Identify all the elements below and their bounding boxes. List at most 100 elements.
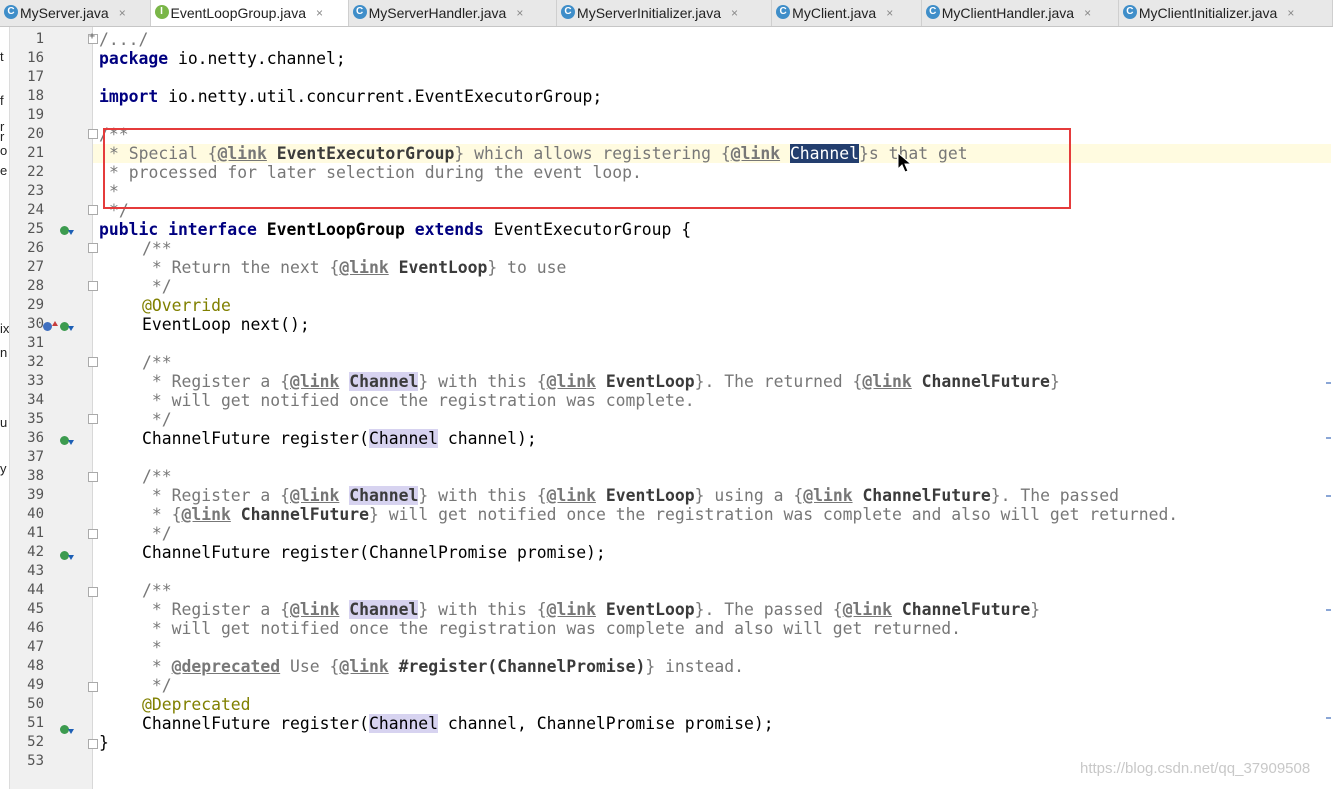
tab-myclientinitializer[interactable]: C MyClientInitializer.java × [1119, 0, 1333, 26]
code-line-36[interactable]: ChannelFuture register(Channel channel); [142, 429, 537, 448]
truncated-text: u [0, 415, 8, 430]
code-line-27[interactable]: * Return the next {@link EventLoop} to u… [142, 258, 567, 277]
close-icon[interactable]: × [119, 6, 126, 20]
javadoc-link[interactable]: Channel [349, 372, 419, 391]
tab-myserverinitializer[interactable]: C MyServerInitializer.java × [557, 0, 773, 26]
code-line-46[interactable]: * will get notified once the registratio… [142, 619, 961, 638]
javadoc-link[interactable]: ChannelFuture [241, 505, 369, 524]
scroll-marker[interactable] [1326, 495, 1331, 497]
annotation: @Deprecated [142, 695, 251, 714]
javadoc-link[interactable]: EventLoop [606, 486, 695, 505]
line-number: 22 [27, 164, 44, 180]
implemented-method-icon[interactable] [60, 436, 74, 445]
code-line-49[interactable]: */ [142, 676, 172, 695]
comment-text: } instead. [645, 657, 744, 676]
scroll-marker[interactable] [1326, 609, 1331, 611]
usage-highlight[interactable]: Channel [368, 429, 439, 448]
code-line-42[interactable]: ChannelFuture register(ChannelPromise pr… [142, 543, 606, 562]
code-line-41[interactable]: */ [142, 524, 172, 543]
close-icon[interactable]: × [886, 6, 893, 20]
code-line-50[interactable]: @Deprecated [142, 695, 251, 714]
code-line-34[interactable]: * will get notified once the registratio… [142, 391, 695, 410]
javadoc-link[interactable]: #register(ChannelPromise) [399, 657, 646, 676]
scroll-marker[interactable] [1326, 382, 1331, 384]
code-line-48[interactable]: * @deprecated Use {@link #register(Chann… [142, 657, 744, 676]
javadoc-link[interactable]: ChannelFuture [862, 486, 990, 505]
code-line-51[interactable]: ChannelFuture register(Channel channel, … [142, 714, 774, 733]
comment-text: * Register a { [142, 372, 291, 391]
editor-scrollbar[interactable] [1323, 27, 1333, 789]
code-line-47[interactable]: * [142, 638, 162, 657]
line-number: 35 [27, 411, 44, 427]
tab-label: MyClient.java [792, 5, 877, 21]
editor-tab-bar: C MyServer.java × I EventLoopGroup.java … [0, 0, 1333, 27]
tab-myserver[interactable]: C MyServer.java × [0, 0, 151, 26]
implemented-method-icon[interactable] [60, 551, 74, 560]
line-number: 16 [27, 50, 44, 66]
tab-myserverhandler[interactable]: C MyServerHandler.java × [349, 0, 558, 26]
scroll-marker[interactable] [1326, 437, 1331, 439]
code-line-45[interactable]: * Register a {@link Channel} with this {… [142, 600, 1040, 619]
code-line-35[interactable]: */ [142, 410, 172, 429]
javadoc-link[interactable]: EventLoop [606, 600, 695, 619]
close-icon[interactable]: × [316, 6, 323, 20]
close-icon[interactable]: × [1084, 6, 1091, 20]
code-line-16[interactable]: package io.netty.channel; [99, 49, 346, 68]
code-line-25[interactable]: public interface EventLoopGroup extends … [99, 220, 691, 239]
code-line-33[interactable]: * Register a {@link Channel} with this {… [142, 372, 1060, 391]
javadoc-link[interactable]: EventLoop [399, 258, 488, 277]
line-number: 46 [27, 620, 44, 636]
code-line-29[interactable]: @Override [142, 296, 231, 315]
tab-myclient[interactable]: C MyClient.java × [772, 0, 922, 26]
javadoc-tag: @link [862, 372, 912, 391]
code-line-38[interactable]: /** [142, 467, 172, 486]
code-line-1[interactable]: /.../ [99, 30, 148, 49]
tab-label: EventLoopGroup.java [170, 5, 306, 21]
comment-text: Use { [280, 657, 340, 676]
line-number: 25 [27, 221, 44, 237]
javadoc-link[interactable]: EventLoop [606, 372, 695, 391]
code-text: channel, ChannelPromise promise); [438, 714, 774, 733]
overrides-method-icon[interactable] [43, 321, 58, 331]
javadoc-link[interactable]: ChannelFuture [902, 600, 1030, 619]
folded-region[interactable]: /.../ [99, 30, 148, 49]
code-line-52[interactable]: } [99, 733, 109, 752]
close-icon[interactable]: × [731, 6, 738, 20]
implemented-method-icon[interactable] [60, 226, 74, 235]
javadoc-link[interactable]: Channel [349, 600, 419, 619]
code-line-32[interactable]: /** [142, 353, 172, 372]
implemented-method-icon[interactable] [60, 725, 74, 734]
comment-text: } with this { [418, 600, 547, 619]
comment-text: * Register a { [142, 486, 291, 505]
line-number: 39 [27, 487, 44, 503]
line-number: 43 [27, 563, 44, 579]
line-number-gutter[interactable]: 1 16 17 18 19 20 21 22 23 24 25 26 27 28… [10, 27, 98, 789]
scroll-marker[interactable] [1326, 717, 1331, 719]
line-number: 27 [27, 259, 44, 275]
code-text: io.netty.util.concurrent.EventExecutorGr… [158, 87, 603, 106]
code-line-44[interactable]: /** [142, 581, 172, 600]
class-icon: C [561, 5, 576, 19]
code-line-28[interactable]: */ [142, 277, 172, 296]
code-line-30[interactable]: EventLoop next(); [142, 315, 310, 334]
truncated-text: f [0, 93, 4, 108]
code-line-18[interactable]: import io.netty.util.concurrent.EventExe… [99, 87, 602, 106]
code-line-40[interactable]: * {@link ChannelFuture} will get notifie… [142, 505, 1178, 524]
line-number: 44 [27, 582, 44, 598]
truncated-text: y [0, 461, 7, 476]
tab-myclienthandler[interactable]: C MyClientHandler.java × [922, 0, 1119, 26]
code-line-39[interactable]: * Register a {@link Channel} with this {… [142, 486, 1119, 505]
code-line-26[interactable]: /** [142, 239, 172, 258]
comment-text: }. The passed [990, 486, 1120, 505]
javadoc-link[interactable]: ChannelFuture [922, 372, 1050, 391]
implemented-method-icon[interactable] [60, 322, 74, 331]
close-icon[interactable]: × [516, 6, 523, 20]
keyword: import [99, 87, 159, 106]
close-icon[interactable]: × [1287, 6, 1294, 20]
tab-eventloopgroup[interactable]: I EventLoopGroup.java × [150, 0, 349, 26]
truncated-text: ix [0, 321, 10, 336]
line-number: 51 [27, 715, 44, 731]
line-number: 34 [27, 392, 44, 408]
usage-highlight[interactable]: Channel [368, 714, 439, 733]
javadoc-link[interactable]: Channel [349, 486, 419, 505]
